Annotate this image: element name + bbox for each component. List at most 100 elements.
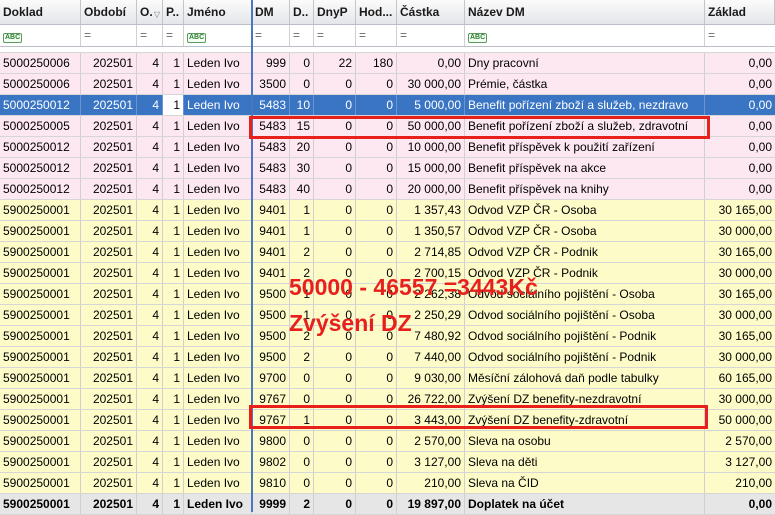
equals-filter-icon: =	[400, 28, 408, 42]
cell-doklad: 5000250005	[0, 116, 81, 136]
filter-equals-cell[interactable]: =	[137, 25, 163, 46]
cell-o: 4	[137, 158, 163, 178]
cell-doklad: 5900250001	[0, 410, 81, 430]
cell-doklad: 5900250001	[0, 368, 81, 388]
cell-castka: 5 000,00	[397, 95, 465, 115]
table-row[interactable]: 5000250012 202501 4 1 Leden Ivo 5483 20 0 0 10 00…	[0, 137, 775, 158]
cell-doklad: 5900250001	[0, 326, 81, 346]
cell-castka: 2 714,85	[397, 242, 465, 262]
cell-p: 1	[163, 137, 184, 157]
cell-doklad: 5000250006	[0, 53, 81, 73]
cell-obdobi: 202501	[81, 116, 137, 136]
filter-text-cell[interactable]: ABC	[184, 25, 252, 46]
cell-dnyp: 0	[314, 452, 356, 472]
cell-nazev: Sleva na děti	[465, 452, 705, 472]
cell-jmeno: Leden Ivo	[184, 74, 252, 94]
payroll-grid: Doklad Období O. ▽ P.. Jméno DM D.. DnyP …	[0, 0, 775, 515]
cell-p: 1	[163, 431, 184, 451]
table-row[interactable]: 5900250001 202501 4 1 Leden Ivo 9802 0 0 0 3 127,…	[0, 452, 775, 473]
column-header-nazev-dm[interactable]: Název DM	[465, 0, 705, 24]
equals-filter-icon: =	[293, 28, 301, 42]
column-header-zaklad[interactable]: Základ	[705, 0, 775, 24]
cell-p: 1	[163, 179, 184, 199]
cell-dm: 9800	[252, 431, 290, 451]
table-row[interactable]: 5900250001 202501 4 1 Leden Ivo 9500 2 0 0 7 440,…	[0, 347, 775, 368]
cell-dm: 9802	[252, 452, 290, 472]
column-header-p[interactable]: P..	[163, 0, 184, 24]
cell-dnyp: 0	[314, 74, 356, 94]
column-header-o-label: O.	[140, 5, 153, 19]
cell-obdobi: 202501	[81, 410, 137, 430]
cell-obdobi: 202501	[81, 431, 137, 451]
cell-dm: 9500	[252, 305, 290, 325]
highlight-box-benefit-row	[249, 116, 710, 139]
cell-castka: 9 030,00	[397, 368, 465, 388]
filter-equals-cell[interactable]: =	[252, 25, 290, 46]
cell-doklad: 5900250001	[0, 305, 81, 325]
cell-d: 10	[290, 95, 314, 115]
filter-equals-cell[interactable]: =	[163, 25, 184, 46]
column-header-doklad[interactable]: Doklad	[0, 0, 81, 24]
cell-dnyp: 0	[314, 179, 356, 199]
column-header-castka[interactable]: Částka	[397, 0, 465, 24]
filter-equals-cell[interactable]: =	[290, 25, 314, 46]
cell-hod: 0	[356, 221, 397, 241]
table-row[interactable]: 5900250001 202501 4 1 Leden Ivo 9401 1 0 0 1 357,…	[0, 200, 775, 221]
cell-zaklad: 210,00	[735, 476, 772, 490]
filter-equals-cell[interactable]: =	[705, 25, 775, 46]
cell-p: 1	[163, 347, 184, 367]
cell-obdobi: 202501	[81, 347, 137, 367]
cell-p: 1	[163, 473, 184, 493]
column-header-d[interactable]: D..	[290, 0, 314, 24]
cell-d: 0	[290, 431, 314, 451]
table-row[interactable]: 5000250012 202501 4 1 Leden Ivo 5483 30 0 0 15 00…	[0, 158, 775, 179]
cell-o: 4	[137, 53, 163, 73]
table-row[interactable]: 5900250001 202501 4 1 Leden Ivo 9810 0 0 0 210,00…	[0, 473, 775, 494]
cell-zaklad: 30 165,00	[718, 245, 772, 259]
cell-hod: 0	[356, 74, 397, 94]
cell-o: 4	[137, 95, 163, 115]
filter-equals-cell[interactable]: =	[314, 25, 356, 46]
cell-zaklad: 30 165,00	[718, 203, 772, 217]
column-header-jmeno[interactable]: Jméno	[184, 0, 252, 24]
cell-jmeno: Leden Ivo	[184, 284, 252, 304]
cell-doklad: 5000250012	[0, 158, 81, 178]
table-row[interactable]: 5000250006 202501 4 1 Leden Ivo 3500 0 0 0 30 000…	[0, 74, 775, 95]
filter-equals-cell[interactable]: =	[397, 25, 465, 46]
column-header-hod[interactable]: Hod...	[356, 0, 397, 24]
filter-text-cell[interactable]: ABC	[465, 25, 705, 46]
table-row[interactable]: 5900250001 202501 4 1 Leden Ivo 9401 2 0 0 2 714,…	[0, 242, 775, 263]
filter-equals-cell[interactable]: =	[356, 25, 397, 46]
cell-doklad: 5000250012	[0, 95, 81, 115]
cell-jmeno: Leden Ivo	[184, 95, 252, 115]
cell-p: 1	[163, 242, 184, 262]
cell-jmeno: Leden Ivo	[184, 53, 252, 73]
table-row[interactable]: 5900250001 202501 4 1 Leden Ivo 9401 1 0 0 1 350,…	[0, 221, 775, 242]
cell-dnyp: 0	[314, 158, 356, 178]
filter-text-cell[interactable]: ABC	[0, 25, 81, 46]
cell-doklad: 5900250001	[0, 431, 81, 451]
table-row[interactable]: 5900250001 202501 4 1 Leden Ivo 9700 0 0 0 9 030,…	[0, 368, 775, 389]
column-header-dnyp[interactable]: DnyP	[314, 0, 356, 24]
table-row[interactable]: 5000250012 202501 4 1 Leden Ivo 5483 40 0 0 20 00…	[0, 179, 775, 200]
cell-jmeno: Leden Ivo	[184, 200, 252, 220]
cell-d: 2	[290, 347, 314, 367]
cell-hod: 0	[356, 347, 397, 367]
cell-obdobi: 202501	[81, 473, 137, 493]
filter-equals-cell[interactable]: =	[81, 25, 137, 46]
cell-dnyp: 0	[314, 242, 356, 262]
cell-nazev: Dny pracovní	[465, 53, 705, 73]
cell-o: 4	[137, 410, 163, 430]
cell-nazev: Sleva na ČID	[465, 473, 705, 493]
column-header-obdobi[interactable]: Období	[81, 0, 137, 24]
cell-o: 4	[137, 179, 163, 199]
column-header-o[interactable]: O. ▽	[137, 0, 163, 24]
table-row[interactable]: 5900250001 202501 4 1 Leden Ivo 9800 0 0 0 2 570,…	[0, 431, 775, 452]
cell-dnyp: 0	[314, 221, 356, 241]
cell-d: 2	[290, 242, 314, 262]
annotation-formula: 50000 - 46557 =3443Kč	[289, 274, 538, 300]
cell-p: 1	[163, 389, 184, 409]
table-row[interactable]: 5000250012 202501 4 1 Leden Ivo 5483 10 0 0 5 000…	[0, 95, 775, 116]
column-header-dm[interactable]: DM	[252, 0, 290, 24]
table-row[interactable]: 5000250006 202501 4 1 Leden Ivo 999 0 22 180 0,00…	[0, 53, 775, 74]
